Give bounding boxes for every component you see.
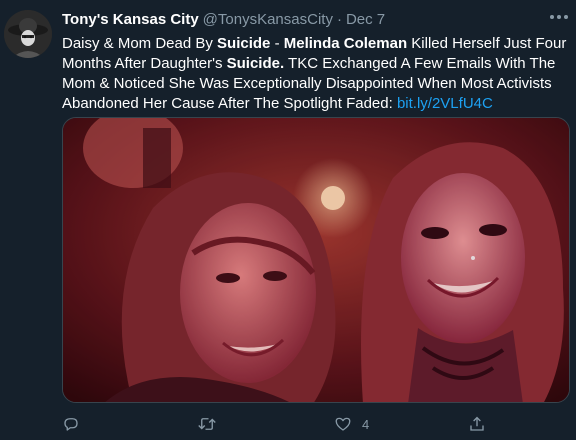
avatar[interactable] xyxy=(4,10,52,58)
share-icon xyxy=(470,416,484,431)
tweet-header: Tony's Kansas City @TonysKansasCity · Dec 7 xyxy=(62,11,536,29)
like-icon xyxy=(335,417,351,431)
more-options-icon[interactable] xyxy=(548,10,570,24)
tweet-actions: 4 xyxy=(62,412,512,436)
separator-dot: · xyxy=(336,11,342,28)
tweet-text: Daisy & Mom Dead By Suicide - Melinda Co… xyxy=(62,34,570,114)
tweet-text-bold-segment: Suicide. xyxy=(226,55,285,72)
like-count: 4 xyxy=(362,416,370,432)
tweet-date[interactable]: Dec 7 xyxy=(346,11,385,28)
display-name[interactable]: Tony's Kansas City xyxy=(62,11,199,28)
reply-icon xyxy=(64,418,78,431)
tweet[interactable]: Tony's Kansas City @TonysKansasCity · Dec 7… xyxy=(0,0,576,440)
tweet-text-segment: - xyxy=(270,35,284,52)
share-button[interactable] xyxy=(468,412,496,436)
retweet-button[interactable] xyxy=(197,412,227,436)
user-handle[interactable]: @TonysKansasCity xyxy=(203,11,333,28)
tweet-text-bold-segment: Melinda Coleman xyxy=(283,35,408,52)
tweet-link[interactable]: bit.ly/2VLfU4C xyxy=(397,95,493,112)
photo-image xyxy=(63,118,569,402)
retweet-icon xyxy=(198,418,216,430)
tweet-text-segment: Daisy & Mom Dead By xyxy=(62,35,218,52)
avatar-image xyxy=(4,10,52,58)
tweet-photo[interactable] xyxy=(62,117,570,403)
like-button[interactable]: 4 xyxy=(334,412,369,436)
reply-button[interactable] xyxy=(62,412,90,436)
tweet-text-bold-segment: Suicide xyxy=(217,35,271,52)
